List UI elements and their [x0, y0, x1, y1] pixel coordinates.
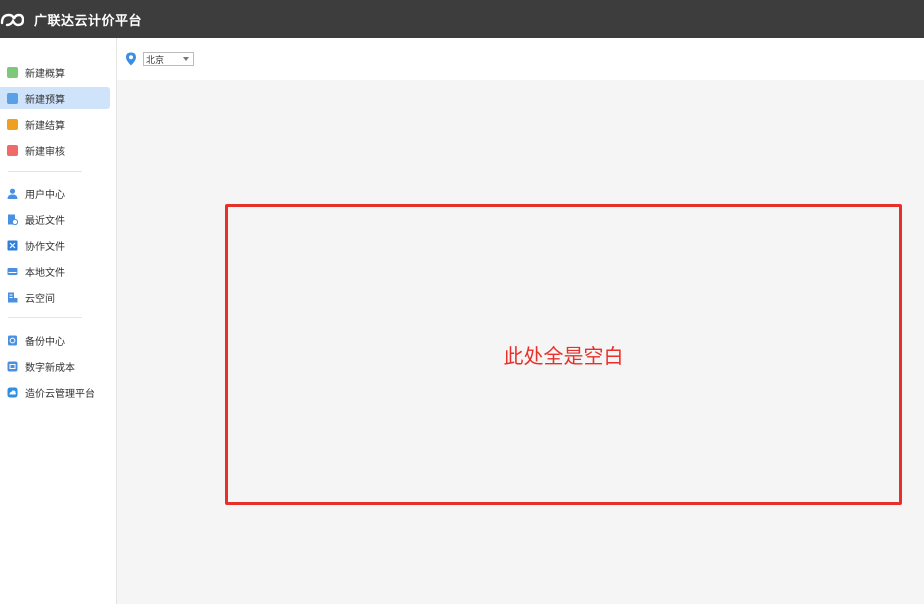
sidebar-item-label: 新建概算 — [25, 68, 65, 80]
main-content: 此处全是空白 — [117, 80, 924, 604]
chevron-down-icon — [183, 57, 189, 61]
sidebar-item-recent-files[interactable]: 最近文件 — [0, 208, 110, 230]
title-bar: 广联达云计价平台 — [0, 0, 924, 38]
sidebar-item-collab-files[interactable]: 协作文件 — [0, 234, 110, 256]
cloud-space-icon — [8, 292, 18, 302]
sidebar-item-label: 本地文件 — [25, 267, 65, 279]
city-select[interactable]: 北京 — [143, 52, 194, 66]
sidebar-item-label: 备份中心 — [25, 336, 65, 348]
digital-cost-icon — [7, 361, 18, 371]
sidebar-item-label: 协作文件 — [25, 241, 65, 253]
new-estimate-icon — [7, 66, 18, 78]
sidebar-item-new-settlement[interactable]: 新建结算 — [0, 113, 110, 135]
sidebar-item-label: 最近文件 — [25, 215, 65, 227]
sidebar-item-label: 用户中心 — [25, 189, 65, 201]
new-review-icon — [7, 144, 18, 156]
sidebar-item-label: 新建审核 — [25, 146, 65, 158]
cost-cloud-icon — [7, 387, 18, 397]
sidebar-item-cost-cloud-platform[interactable]: 造价云管理平台 — [0, 381, 110, 403]
recent-files-icon — [8, 214, 18, 225]
sidebar-item-backup-center[interactable]: 备份中心 — [0, 329, 110, 351]
sidebar: 新建概算 新建预算 新建结算 新建审核 用户中心 最近文件 协作文件 本地文件 — [0, 38, 117, 604]
cloud-logo-icon — [0, 13, 24, 27]
user-icon — [7, 188, 18, 199]
sidebar-item-new-budget[interactable]: 新建预算 — [0, 87, 110, 109]
sidebar-divider — [8, 171, 82, 172]
sidebar-item-label: 造价云管理平台 — [25, 388, 95, 400]
sidebar-item-local-files[interactable]: 本地文件 — [0, 260, 110, 282]
sidebar-item-new-review[interactable]: 新建审核 — [0, 139, 110, 161]
collab-files-icon — [7, 240, 18, 250]
location-bar: 北京 — [117, 38, 924, 80]
city-select-value: 北京 — [146, 55, 165, 66]
backup-icon — [8, 335, 17, 345]
app-title: 广联达云计价平台 — [34, 13, 143, 29]
blank-area-annotation: 此处全是空白 — [503, 344, 624, 368]
sidebar-item-new-estimate[interactable]: 新建概算 — [0, 61, 110, 83]
sidebar-item-label: 数字新成本 — [25, 362, 75, 374]
location-pin-icon — [126, 52, 136, 66]
sidebar-divider — [8, 317, 82, 318]
blank-area-highlight: 此处全是空白 — [225, 204, 902, 505]
sidebar-item-label: 新建结算 — [25, 120, 65, 132]
local-files-icon — [7, 267, 18, 275]
new-settlement-icon — [7, 118, 18, 130]
sidebar-item-label: 云空间 — [25, 293, 55, 305]
sidebar-item-cloud-space[interactable]: 云空间 — [0, 286, 110, 308]
sidebar-item-label: 新建预算 — [25, 94, 65, 106]
sidebar-item-digital-cost[interactable]: 数字新成本 — [0, 355, 110, 377]
new-budget-icon — [7, 92, 18, 104]
sidebar-item-user-center[interactable]: 用户中心 — [0, 182, 110, 204]
